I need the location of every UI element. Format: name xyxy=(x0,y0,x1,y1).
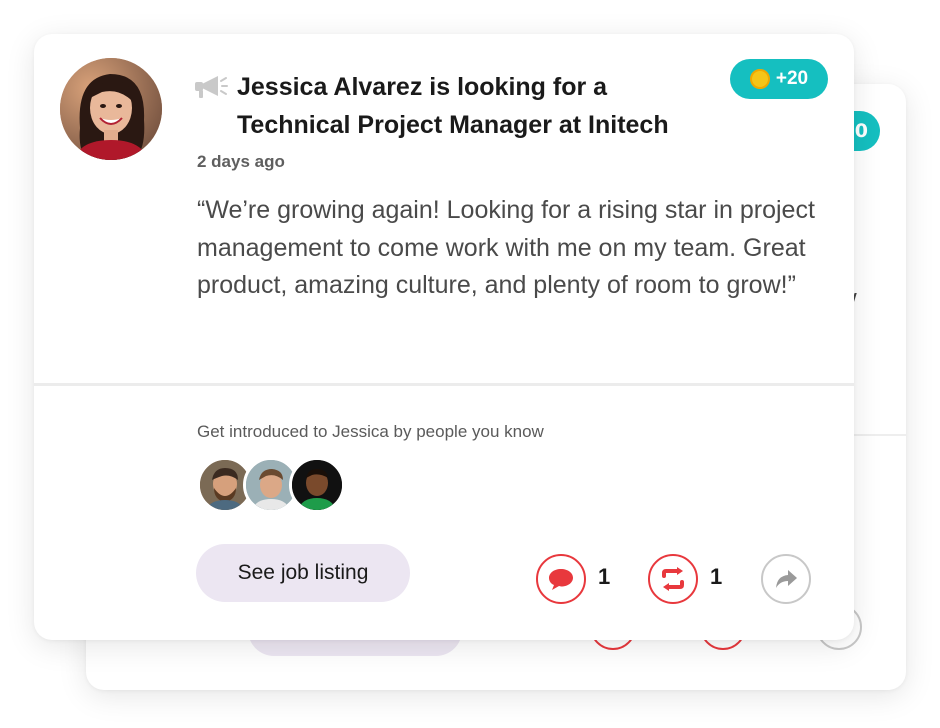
points-value: +20 xyxy=(775,68,809,89)
avatar-portrait xyxy=(60,58,162,160)
comment-count: 1 xyxy=(598,564,611,589)
post-quote: “We’re growing again! Looking for a risi… xyxy=(197,196,815,299)
coin-icon xyxy=(749,69,770,89)
speech-bubble-icon xyxy=(549,569,573,590)
connection-avatar[interactable] xyxy=(289,457,345,513)
card-divider xyxy=(34,383,854,386)
comment-button[interactable] xyxy=(536,554,586,604)
points-badge: +20 xyxy=(730,59,828,99)
megaphone-icon xyxy=(195,76,228,98)
post-title: Jessica Alvarez is looking for a Technic… xyxy=(237,73,669,139)
see-job-listing-button[interactable]: See job listing xyxy=(196,544,410,602)
share-button[interactable] xyxy=(761,554,811,604)
mutual-connections xyxy=(197,457,357,513)
avatar[interactable] xyxy=(60,58,162,160)
job-post-card: Jessica Alvarez is looking for a Technic… xyxy=(34,34,854,640)
repost-arrows-icon xyxy=(662,567,684,591)
introduction-prompt: Get introduced to Jessica by people you … xyxy=(197,422,544,441)
post-timestamp: 2 days ago xyxy=(197,152,285,171)
repost-button[interactable] xyxy=(648,554,698,604)
share-arrow-icon xyxy=(776,570,797,588)
repost-count: 1 xyxy=(710,564,723,589)
